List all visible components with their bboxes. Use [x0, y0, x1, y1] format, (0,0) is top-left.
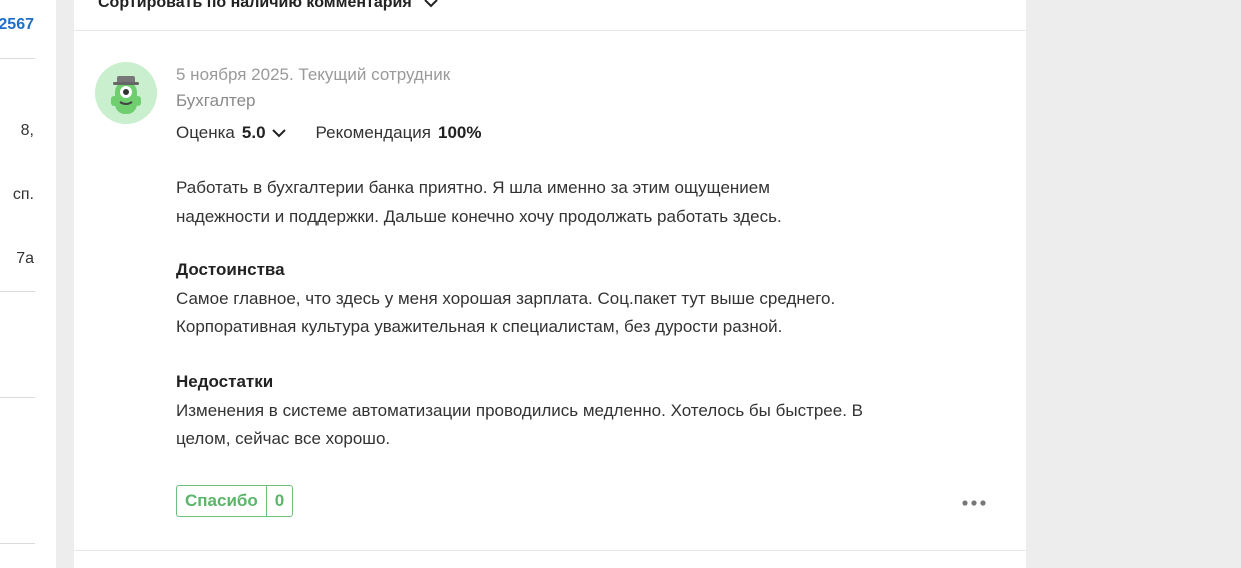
- rating-toggle[interactable]: [271, 128, 286, 138]
- cons-line: Изменения в системе автоматизации провод…: [176, 400, 864, 420]
- more-dots-icon: [962, 500, 986, 506]
- left-text: 7а: [16, 250, 34, 267]
- chevron-down-icon: [271, 128, 286, 137]
- thanks-button[interactable]: Спасибо 0: [176, 485, 294, 517]
- cons-heading: Недостатки: [176, 372, 274, 391]
- thanks-count: 0: [265, 486, 292, 516]
- sort-dropdown[interactable]: Сортировать по наличию комментария: [98, 0, 438, 12]
- divider: [0, 291, 35, 292]
- sort-bar: Сортировать по наличию комментария: [74, 0, 1026, 31]
- review-body: Работать в бухгалтерии банка приятно. Я …: [176, 174, 916, 231]
- left-column: 2567 8, сп. 7а: [0, 0, 56, 568]
- divider: [74, 550, 1026, 551]
- review-body-line: надежности и поддержки. Дальше конечно х…: [176, 206, 782, 226]
- cons-section: Недостатки Изменения в системе автоматиз…: [176, 368, 916, 454]
- sort-label: Сортировать по наличию комментария: [98, 0, 412, 11]
- review-body-line: Работать в бухгалтерии банка приятно. Я …: [176, 178, 770, 197]
- review-date-status: 5 ноября 2025. Текущий сотрудник: [176, 65, 451, 84]
- left-text: 8,: [20, 122, 34, 139]
- rating-label: Оценка: [176, 123, 235, 142]
- review-position: Бухгалтер: [176, 91, 256, 110]
- cons-line: целом, сейчас все хорошо.: [176, 429, 391, 448]
- pros-line: Корпоративная культура уважительная к сп…: [176, 317, 783, 336]
- divider: [0, 397, 35, 398]
- pros-section: Достоинства Самое главное, что здесь у м…: [176, 256, 916, 342]
- left-text: сп.: [12, 186, 34, 203]
- divider: [0, 58, 35, 59]
- monster-avatar-icon: [95, 62, 157, 124]
- recommendation-label: Рекомендация: [315, 123, 432, 142]
- rating-row: Оценка 5.0 Рекомендация 100%: [176, 123, 482, 143]
- rating-value: 5.0: [241, 123, 266, 142]
- avatar: [95, 62, 157, 124]
- more-options-button[interactable]: [961, 494, 987, 512]
- chevron-down-icon: [423, 0, 438, 7]
- reviews-panel: Сортировать по наличию комментария 5 ноя…: [74, 0, 1026, 568]
- pros-line: Самое главное, что здесь у меня хорошая …: [176, 288, 836, 308]
- pros-heading: Достоинства: [176, 260, 285, 279]
- divider: [0, 543, 35, 544]
- thanks-label: Спасибо: [185, 491, 258, 510]
- left-link[interactable]: 2567: [0, 16, 34, 34]
- recommendation-value: 100%: [438, 123, 482, 142]
